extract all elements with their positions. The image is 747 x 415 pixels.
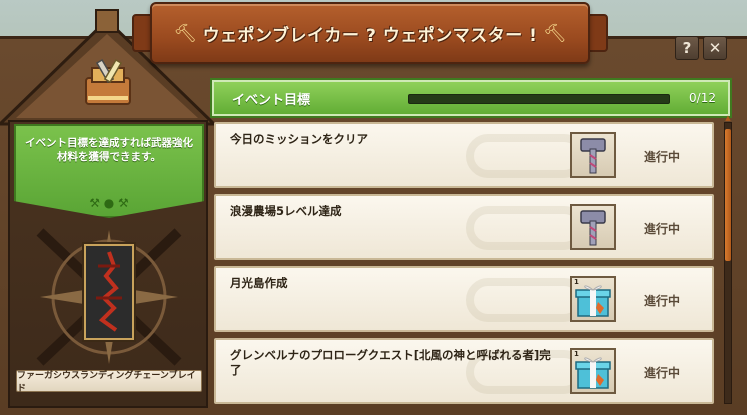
mission-list: 今日のミッションをクリア 進行中 浪漫農場5レベル達成 進行中 月光島作成 1 … — [212, 122, 716, 408]
event-goal-title: イベント目標 — [232, 92, 311, 108]
event-progress-text: 0/12 — [689, 91, 716, 105]
window-controls: ? ✕ — [675, 36, 727, 60]
weapon-card[interactable] — [84, 244, 134, 340]
mission-status: 進行中 — [643, 150, 680, 164]
scroll-up-icon[interactable]: ▲ — [724, 114, 732, 122]
reward-count: 1 — [574, 350, 579, 358]
mission-label: グレンベルナのプロローグクエスト[北風の神と呼ばれる者]完了 — [230, 348, 551, 377]
reward-slot[interactable] — [570, 132, 616, 178]
anvil-chest-icon — [80, 58, 136, 110]
list-item[interactable]: 今日のミッションをクリア 進行中 — [214, 122, 714, 188]
hammer-icon — [580, 210, 606, 246]
mission-label: 浪漫農場5レベル達成 — [230, 204, 342, 218]
close-button[interactable]: ✕ — [703, 36, 727, 60]
mission-status: 進行中 — [643, 366, 680, 380]
hammer-icon — [580, 138, 606, 174]
event-goal-header: イベント目標 0/12 — [212, 80, 730, 116]
goal-description-card: イベント目標を達成すれば武器強化材料を獲得できます。 ⚒ ● ⚒ — [14, 124, 204, 218]
list-item[interactable]: 月光島作成 1 進行中 — [214, 266, 714, 332]
crossed-hammers-icon: ⚒ ● ⚒ — [89, 196, 129, 210]
list-item[interactable]: グレンベルナのプロローグクエスト[北風の神と呼ばれる者]完了 1 進行中 — [214, 338, 714, 404]
help-button[interactable]: ? — [675, 36, 699, 60]
mission-scrollbar[interactable]: ▲ — [724, 114, 732, 404]
gift-box-icon — [575, 285, 611, 317]
mission-label: 今日のミッションをクリア — [230, 132, 368, 146]
reward-slot[interactable]: 1 — [570, 276, 616, 322]
event-progress-bar — [408, 94, 670, 104]
scroll-thumb[interactable] — [725, 129, 731, 261]
gift-box-icon — [575, 357, 611, 389]
reward-slot[interactable]: 1 — [570, 348, 616, 394]
reward-slot[interactable] — [570, 204, 616, 250]
mission-area: イベント目標 0/12 今日のミッションをクリア 進行中 浪漫農場5レベル達成 — [212, 80, 738, 410]
left-panel: イベント目標を達成すれば武器強化材料を獲得できます。 ⚒ ● ⚒ ファーガシウス… — [8, 120, 208, 408]
mission-label: 月光島作成 — [230, 276, 288, 290]
reward-count: 1 — [574, 278, 579, 286]
title-ribbon: 🔨︎ ウェポンブレイカー ? ウェポンマスター ! 🔨︎ — [150, 2, 590, 64]
hammer-icon: 🔨︎ — [173, 22, 197, 44]
weapon-name-label: ファーガシウスランディングチェーンブレイド — [16, 370, 202, 394]
goal-description: イベント目標を達成すれば武器強化材料を獲得できます。 — [25, 137, 193, 163]
hammer-icon: 🔨︎ — [543, 22, 567, 44]
chain-blade-icon — [96, 251, 122, 332]
list-item[interactable]: 浪漫農場5レベル達成 進行中 — [214, 194, 714, 260]
mission-status: 進行中 — [643, 294, 680, 308]
window-title: ウェポンブレイカー ? ウェポンマスター ! — [202, 25, 538, 46]
mission-status: 進行中 — [643, 222, 680, 236]
